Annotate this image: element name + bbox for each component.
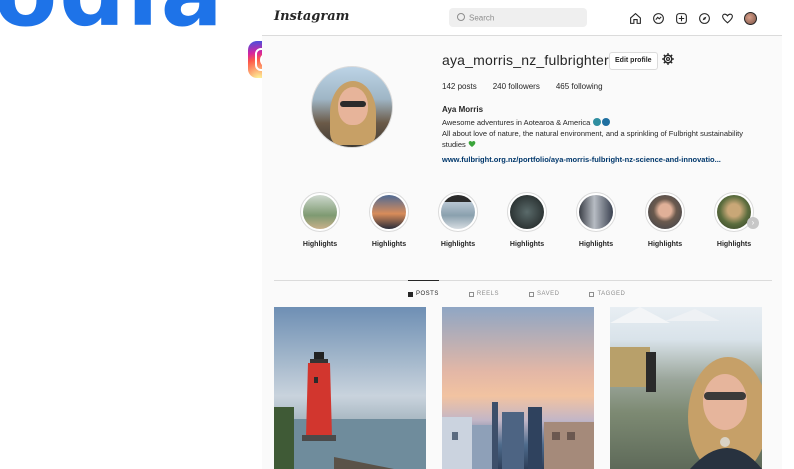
top-navigation-bar: Instagram Search	[262, 0, 782, 36]
tag-icon	[589, 291, 595, 297]
tab-label: SAVED	[537, 291, 560, 297]
chevron-right-icon[interactable]: ›	[747, 217, 759, 229]
highlight-item[interactable]: Highlights	[285, 192, 355, 248]
highlight-label: Highlights	[302, 241, 338, 248]
tab-tagged[interactable]: TAGGED	[589, 291, 625, 297]
tab-saved[interactable]: SAVED	[529, 291, 559, 297]
instagram-window: Instagram Search aya_morris_nz_fulbright…	[262, 0, 782, 469]
profile-bio: Awesome adventures in Aotearoa & America…	[442, 117, 767, 150]
highlight-label: Highlights	[716, 241, 752, 248]
post-thumbnail[interactable]	[442, 307, 594, 469]
profile-stats: 142 posts 240 followers 465 following	[442, 82, 603, 91]
profile-tabs: POSTS REELS SAVED TAGGED	[408, 291, 625, 297]
tab-label: REELS	[476, 291, 500, 297]
profile-avatar-icon[interactable]	[741, 9, 759, 27]
heart-activity-icon[interactable]	[718, 9, 736, 27]
active-tab-indicator	[408, 280, 439, 281]
profile-website-link[interactable]: www.fulbright.org.nz/portfolio/aya-morri…	[442, 155, 721, 164]
highlight-item[interactable]: Highlights	[423, 192, 493, 248]
instagram-wordmark[interactable]: Instagram	[274, 9, 349, 24]
tab-reels[interactable]: REELS	[468, 291, 500, 297]
gear-icon[interactable]	[661, 52, 675, 66]
profile-picture[interactable]	[311, 66, 393, 148]
globe-emoji-icon	[602, 118, 611, 126]
globe-emoji-icon	[593, 118, 602, 126]
highlight-item[interactable]: Highlights	[561, 192, 631, 248]
profile-full-name: Aya Morris	[442, 105, 484, 114]
search-icon	[457, 13, 465, 21]
tab-posts[interactable]: POSTS	[408, 291, 439, 297]
highlight-label: Highlights	[509, 241, 545, 248]
messenger-icon[interactable]	[649, 9, 667, 27]
highlight-label: Highlights	[440, 241, 476, 248]
bio-line-1: Awesome adventures in Aotearoa & America	[442, 118, 591, 127]
bookmark-icon	[529, 291, 535, 297]
highlight-label: Highlights	[371, 241, 407, 248]
background-big-text: odia	[0, 0, 225, 40]
new-post-icon[interactable]	[672, 9, 690, 27]
home-icon[interactable]	[626, 9, 644, 27]
edit-profile-button[interactable]: Edit profile	[609, 52, 658, 70]
tab-label: TAGGED	[597, 291, 626, 297]
search-input[interactable]: Search	[449, 8, 587, 27]
post-thumbnail[interactable]	[610, 307, 762, 469]
highlight-label: Highlights	[647, 241, 683, 248]
profile-username: aya_morris_nz_fulbrighter	[442, 52, 609, 68]
posts-count: 142 posts	[442, 82, 477, 91]
explore-compass-icon[interactable]	[695, 9, 713, 27]
bio-line-2: All about love of nature, the natural en…	[442, 129, 744, 149]
search-placeholder: Search	[469, 13, 495, 23]
grid-icon	[408, 291, 413, 297]
followers-count[interactable]: 240 followers	[493, 82, 540, 91]
highlight-item[interactable]: Highlights	[630, 192, 700, 248]
tab-label: POSTS	[416, 291, 439, 297]
highlight-item[interactable]: Highlights	[354, 192, 424, 248]
tabs-divider	[274, 280, 772, 281]
highlight-label: Highlights	[578, 241, 614, 248]
post-thumbnail[interactable]	[274, 307, 426, 469]
following-count[interactable]: 465 following	[556, 82, 603, 91]
reels-icon	[468, 291, 474, 297]
highlight-item[interactable]: Highlights	[492, 192, 562, 248]
story-highlights: Highlights Highlights Highlights Highlig…	[282, 192, 782, 254]
nav-icons	[626, 9, 759, 27]
green-heart-emoji-icon	[468, 141, 476, 147]
